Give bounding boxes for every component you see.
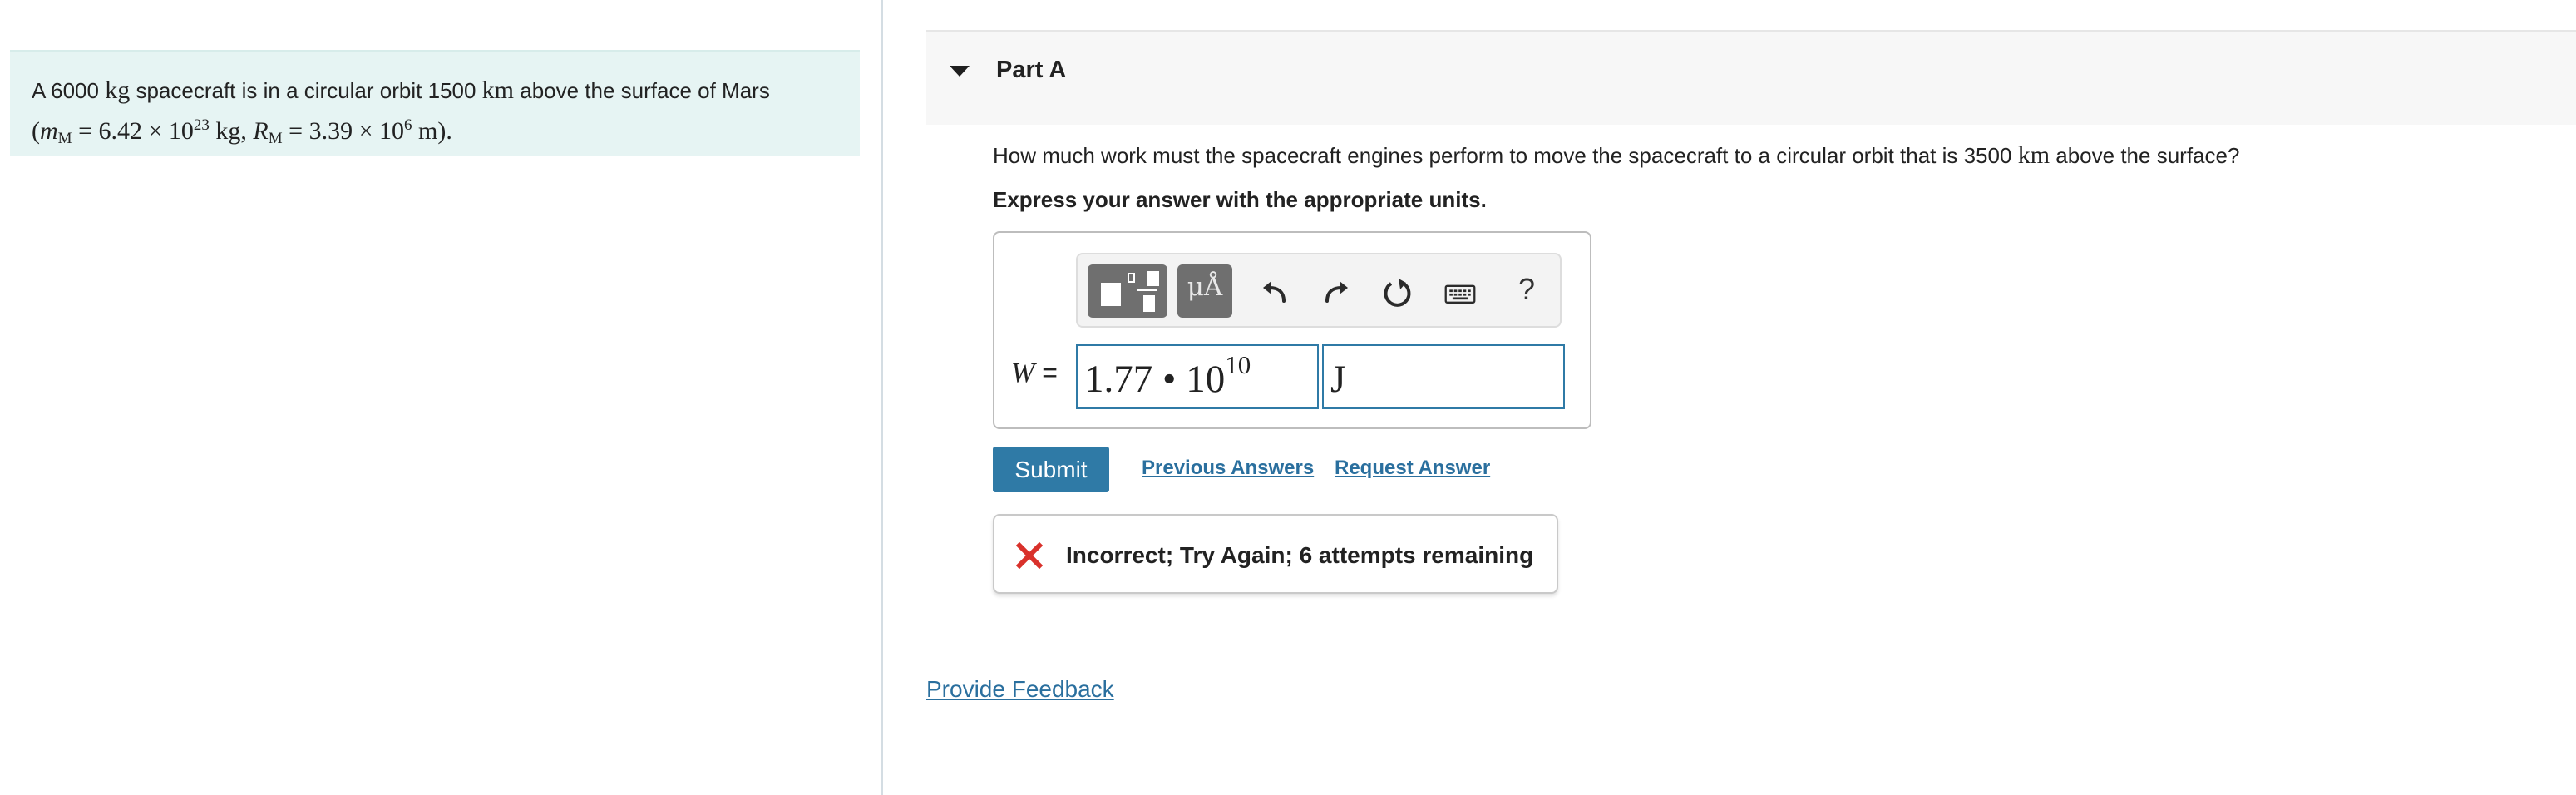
reset-icon[interactable] [1380,276,1414,309]
previous-answers-link[interactable]: Previous Answers [1142,457,1314,480]
column-divider [881,0,883,795]
answer-label: W = [1011,358,1058,388]
collapse-caret-icon[interactable] [950,66,970,77]
units-icon: μÅ [1187,272,1223,302]
redo-icon[interactable] [1319,276,1352,309]
answer-instruction: Express your answer with the appropriate… [993,187,1487,212]
provide-feedback-link[interactable]: Provide Feedback [926,676,1114,703]
answer-value-input[interactable]: 1.77 • 1010 [1076,344,1319,409]
feedback-message: Incorrect; Try Again; 6 attempts remaini… [1066,542,1534,568]
help-icon[interactable]: ? [1510,271,1543,306]
submit-button[interactable]: Submit [993,447,1109,492]
templates-button[interactable] [1088,264,1167,318]
problem-panel: A 6000 kg spacecraft is in a circular or… [0,0,881,795]
incorrect-x-icon [1015,541,1044,570]
feedback-box: Incorrect; Try Again; 6 attempts remaini… [993,514,1558,594]
keyboard-icon[interactable] [1443,276,1480,309]
answer-unit-input[interactable]: J [1322,344,1565,409]
problem-statement: A 6000 kg spacecraft is in a circular or… [10,50,860,156]
part-title: Part A [996,57,1067,83]
problem-line-1: A 6000 kg spacecraft is in a circular or… [32,77,770,104]
math-toolbar: μÅ ? [1076,253,1562,328]
undo-icon[interactable] [1259,276,1292,309]
question-text: How much work must the spacecraft engine… [993,141,2240,169]
request-answer-link[interactable]: Request Answer [1335,457,1490,480]
units-button[interactable]: μÅ [1177,264,1232,318]
part-header[interactable]: Part A [926,30,2576,125]
problem-line-2: (mM = 6.42 × 1023 kg, RM = 3.39 × 106 m)… [32,116,452,147]
answer-box: μÅ ? W = 1.77 • 1010 J [993,231,1591,429]
